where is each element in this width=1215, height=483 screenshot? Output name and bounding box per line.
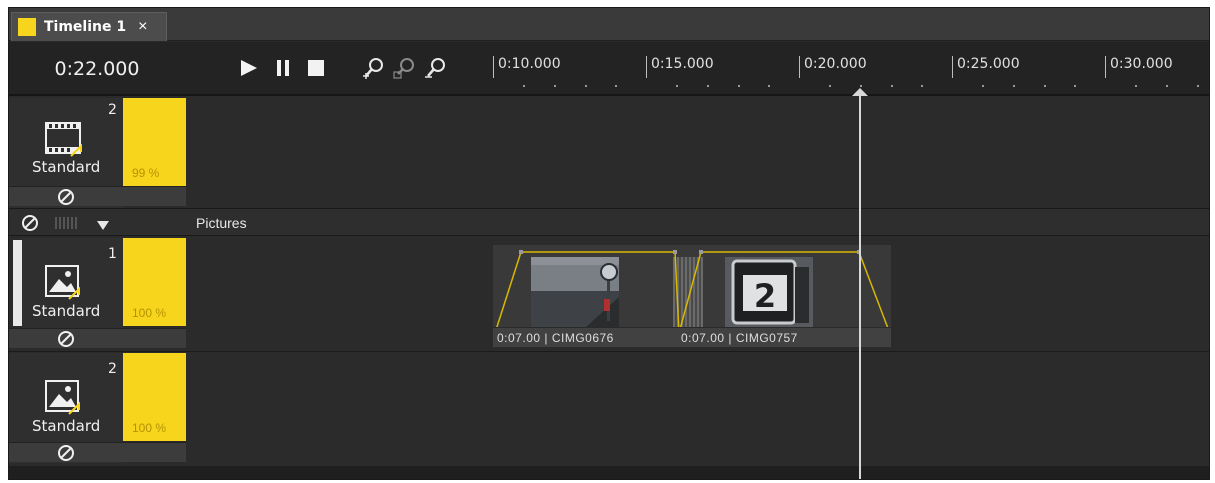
tab-timeline[interactable]: Timeline 1 × xyxy=(11,12,167,41)
track-opacity-bar[interactable]: 100 % xyxy=(123,353,186,441)
chevron-down-icon[interactable] xyxy=(97,218,109,236)
ruler-label: 0:10.000 xyxy=(498,56,561,72)
no-entry-icon xyxy=(58,444,74,461)
clip-group[interactable]: 2 0:07.00 | CIMG0676 0:07.00 | CIMG0757 xyxy=(493,245,891,347)
opacity-footer-cell xyxy=(123,328,186,348)
track-opacity-value: 100 % xyxy=(132,306,167,320)
scroll-track[interactable] xyxy=(9,466,1209,479)
mute-button[interactable] xyxy=(9,328,123,348)
ruler-minor-tick xyxy=(1197,85,1199,87)
ruler-label: 0:30.000 xyxy=(1110,56,1173,72)
group-drag-handle[interactable] xyxy=(55,217,79,229)
ruler-tick xyxy=(493,56,494,78)
tab-bar: Timeline 1 × xyxy=(9,8,1209,41)
track-opacity-value: 99 % xyxy=(132,166,160,180)
ruler-minor-tick xyxy=(891,85,893,87)
track-number: 2 xyxy=(108,102,117,118)
ruler-minor-tick xyxy=(1013,85,1015,87)
clip-caption: 0:07.00 | CIMG0757 xyxy=(681,331,798,345)
ruler-minor-tick xyxy=(1044,85,1046,87)
ruler-minor-tick xyxy=(982,85,984,87)
ruler-tick xyxy=(1105,56,1106,78)
pause-icon[interactable] xyxy=(272,57,294,79)
picture-icon xyxy=(45,380,85,421)
clip-footer: 0:07.00 | CIMG0676 0:07.00 | CIMG0757 xyxy=(493,327,891,347)
ruler-minor-tick xyxy=(554,85,556,87)
ruler-label: 0:25.000 xyxy=(957,56,1020,72)
track-number: 2 xyxy=(108,361,117,377)
playhead-line[interactable] xyxy=(859,94,861,479)
track-opacity-value: 100 % xyxy=(132,421,167,435)
ruler-minor-tick xyxy=(768,85,770,87)
zoom-in-icon[interactable] xyxy=(362,57,384,79)
close-icon[interactable]: × xyxy=(138,18,147,36)
ruler-minor-tick xyxy=(615,85,617,87)
picture-icon xyxy=(45,265,85,306)
zoom-out-icon[interactable] xyxy=(424,57,446,79)
track-selected-marker xyxy=(13,240,22,326)
stop-icon[interactable] xyxy=(305,57,327,79)
track-blend-mode-label: Standard xyxy=(32,302,101,320)
tab-color-swatch xyxy=(18,18,36,36)
track-blend-mode-label: Standard xyxy=(32,158,101,176)
mute-button[interactable] xyxy=(9,186,123,206)
ruler-tick xyxy=(952,56,953,78)
opacity-footer-cell xyxy=(123,186,186,206)
mute-button[interactable] xyxy=(9,442,123,462)
ruler-minor-tick xyxy=(738,85,740,87)
timeline-header: 0:22.000 0:10.000 0:15.000 0:20.000 0:25… xyxy=(9,42,1209,96)
track-opacity-bar[interactable]: 99 % xyxy=(123,98,186,186)
opacity-footer-cell xyxy=(123,442,186,462)
ruler-minor-tick xyxy=(523,85,525,87)
tab-title: Timeline 1 xyxy=(44,19,127,35)
track-opacity-bar[interactable]: 100 % xyxy=(123,238,186,326)
current-timecode: 0:22.000 xyxy=(54,58,140,80)
ruler-minor-tick xyxy=(676,85,678,87)
no-entry-icon xyxy=(58,188,74,205)
ruler-minor-tick xyxy=(1135,85,1137,87)
track-group-bar: Pictures xyxy=(9,208,1209,236)
clip-opacity-curve[interactable] xyxy=(493,245,891,335)
track-number: 1 xyxy=(108,246,117,262)
group-label: Pictures xyxy=(196,215,247,231)
clip-caption: 0:07.00 | CIMG0676 xyxy=(497,331,614,345)
ruler-minor-tick xyxy=(707,85,709,87)
zoom-fit-icon[interactable] xyxy=(393,57,415,79)
timeline-window: Timeline 1 × 0:22.000 0:10.000 0:15.000 xyxy=(8,7,1210,480)
ruler-tick xyxy=(646,56,647,78)
play-icon[interactable] xyxy=(238,57,260,79)
no-entry-icon xyxy=(58,330,74,347)
group-mute-icon[interactable] xyxy=(21,214,39,237)
ruler-minor-tick xyxy=(1166,85,1168,87)
ruler-minor-tick xyxy=(585,85,587,87)
ruler-tick xyxy=(799,56,800,78)
ruler-minor-tick xyxy=(1074,85,1076,87)
track-blend-mode-label: Standard xyxy=(32,417,101,435)
ruler-minor-tick xyxy=(921,85,923,87)
ruler-minor-tick xyxy=(860,85,862,87)
track-separator xyxy=(9,351,1209,352)
film-icon xyxy=(45,120,87,163)
ruler-minor-tick xyxy=(829,85,831,87)
ruler-label: 0:15.000 xyxy=(651,56,714,72)
ruler-label: 0:20.000 xyxy=(804,56,867,72)
